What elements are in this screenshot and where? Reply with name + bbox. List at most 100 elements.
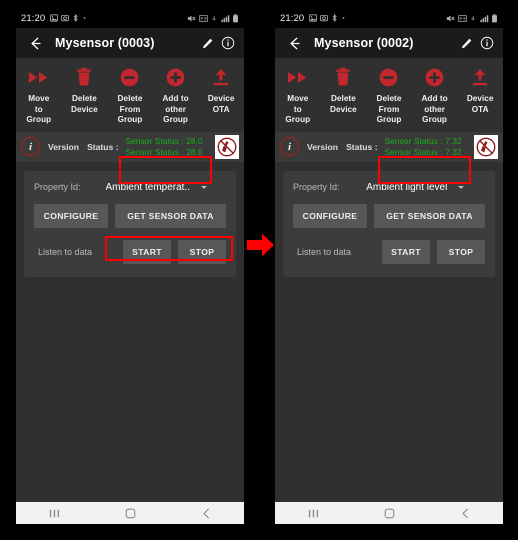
network-icon — [457, 14, 467, 22]
info-circle-icon[interactable] — [478, 34, 496, 52]
property-id-dropdown[interactable]: Ambient light level — [346, 182, 485, 193]
status-label: Status : — [87, 141, 119, 152]
left-phone-screenshot: 21:20 4 Mysensor (0003) Move to Group De… — [16, 8, 244, 524]
primary-button-row: CONFIGURE GET SENSOR DATA — [293, 203, 485, 228]
status-bar-clock: 21:20 — [21, 12, 46, 24]
minus-circle-icon — [379, 65, 398, 89]
move-to-group-button[interactable]: Move to Group — [16, 65, 62, 126]
svg-text:4: 4 — [212, 16, 216, 22]
info-circle-icon[interactable]: i — [280, 137, 299, 156]
recents-icon[interactable] — [293, 502, 333, 524]
right-screen-body: Property Id: Ambient light level CONFIGU… — [275, 161, 503, 524]
pencil-icon[interactable] — [198, 34, 216, 52]
back-chevron-icon[interactable] — [445, 502, 485, 524]
status-label: Status : — [346, 141, 378, 152]
property-row: Property Id: Ambient temperat.. — [34, 182, 226, 193]
add-to-other-group-button[interactable]: Add to other Group — [153, 65, 199, 126]
chevron-down-icon — [201, 185, 207, 189]
signal-bars-icon — [479, 14, 488, 22]
svg-text:4: 4 — [471, 16, 475, 22]
device-ota-button[interactable]: Device OTA — [457, 65, 503, 126]
device-ota-button[interactable]: Device OTA — [198, 65, 244, 126]
status-line: Sensor Status : 28.0 — [125, 146, 203, 157]
delete-device-button[interactable]: Delete Device — [321, 65, 367, 126]
fast-forward-icon — [287, 65, 309, 89]
trash-icon — [76, 65, 92, 89]
stop-button[interactable]: STOP — [437, 239, 485, 264]
battery-icon — [233, 13, 238, 22]
action-label: Delete Device — [71, 94, 98, 114]
status-line: Sensor Status : 28.0 — [125, 135, 203, 146]
home-icon[interactable] — [369, 502, 409, 524]
mute-icon — [187, 14, 196, 22]
delete-device-button[interactable]: Delete Device — [62, 65, 108, 126]
back-arrow-icon[interactable] — [26, 34, 44, 52]
plus-circle-icon — [425, 65, 444, 89]
left-status-bar: 21:20 4 — [16, 8, 244, 28]
action-label: Device OTA — [207, 94, 235, 114]
recents-icon[interactable] — [34, 502, 74, 524]
page-title: Mysensor (0003) — [55, 36, 155, 50]
action-label: Delete From Group — [376, 94, 402, 124]
delete-from-group-button[interactable]: Delete From Group — [107, 65, 153, 126]
move-to-group-button[interactable]: Move to Group — [275, 65, 321, 126]
left-action-row: Move to Group Delete Device Delete From … — [16, 58, 244, 132]
info-circle-icon[interactable] — [219, 34, 237, 52]
stop-button[interactable]: STOP — [178, 239, 226, 264]
4g-icon: 4 — [212, 16, 216, 22]
photo-icon — [320, 15, 329, 22]
back-chevron-icon[interactable] — [186, 502, 226, 524]
property-row: Property Id: Ambient light level — [293, 182, 485, 193]
listen-to-data-label: Listen to data — [297, 246, 352, 257]
minus-circle-icon — [120, 65, 139, 89]
action-label: Delete From Group — [117, 94, 143, 124]
status-bar-right-icons: 4 — [187, 13, 239, 23]
pencil-icon[interactable] — [457, 34, 475, 52]
property-id-value: Ambient light level — [366, 181, 448, 193]
status-text-box: Sensor Status : 28.0 Sensor Status : 28.… — [126, 135, 212, 159]
comparison-stage: 21:20 4 Mysensor (0003) Move to Group De… — [0, 0, 518, 540]
fast-forward-icon — [28, 65, 50, 89]
clear-broom-icon[interactable] — [215, 134, 239, 159]
mute-icon — [446, 14, 455, 22]
property-id-dropdown[interactable]: Ambient temperat.. — [87, 182, 226, 193]
left-app-bar: Mysensor (0003) — [16, 28, 244, 58]
action-label: Move to Group — [26, 94, 52, 124]
status-bar-left-icons — [50, 14, 87, 22]
upload-icon — [471, 65, 489, 89]
bluetooth-share-icon — [73, 14, 78, 22]
get-sensor-data-button[interactable]: GET SENSOR DATA — [374, 203, 485, 228]
home-icon[interactable] — [110, 502, 150, 524]
back-arrow-icon[interactable] — [285, 34, 303, 52]
start-button[interactable]: START — [382, 239, 430, 264]
configure-button[interactable]: CONFIGURE — [34, 203, 108, 228]
info-circle-icon[interactable]: i — [21, 137, 40, 156]
primary-button-row: CONFIGURE GET SENSOR DATA — [34, 203, 226, 228]
upload-icon — [212, 65, 230, 89]
property-id-label: Property Id: — [293, 182, 340, 192]
sensor-property-card: Property Id: Ambient light level CONFIGU… — [283, 170, 495, 277]
property-id-value: Ambient temperat.. — [105, 181, 190, 193]
add-to-other-group-button[interactable]: Add to other Group — [412, 65, 458, 126]
status-bar-clock: 21:20 — [280, 12, 305, 24]
action-label: Device OTA — [466, 94, 494, 114]
delete-from-group-button[interactable]: Delete From Group — [366, 65, 412, 126]
plus-circle-icon — [166, 65, 185, 89]
network-icon — [198, 14, 208, 22]
right-phone-screenshot: 21:20 4 Mysensor (0002) Move to Group De… — [275, 8, 503, 524]
left-android-nav-bar — [16, 502, 244, 524]
version-label: Version — [307, 141, 339, 152]
configure-button[interactable]: CONFIGURE — [293, 203, 367, 228]
right-info-strip: i Version Status : Sensor Status : 7.32 … — [275, 131, 503, 162]
clear-broom-icon[interactable] — [474, 134, 498, 159]
transition-arrow — [247, 232, 275, 258]
get-sensor-data-button[interactable]: GET SENSOR DATA — [115, 203, 226, 228]
bluetooth-share-icon — [332, 14, 337, 22]
dot-icon — [342, 17, 345, 19]
start-button[interactable]: START — [123, 239, 171, 264]
listen-row: Listen to data START STOP — [293, 239, 485, 264]
left-screen-body: Property Id: Ambient temperat.. CONFIGUR… — [16, 161, 244, 524]
version-label: Version — [48, 141, 80, 152]
signal-bars-icon — [220, 14, 229, 22]
page-title: Mysensor (0002) — [314, 36, 414, 50]
